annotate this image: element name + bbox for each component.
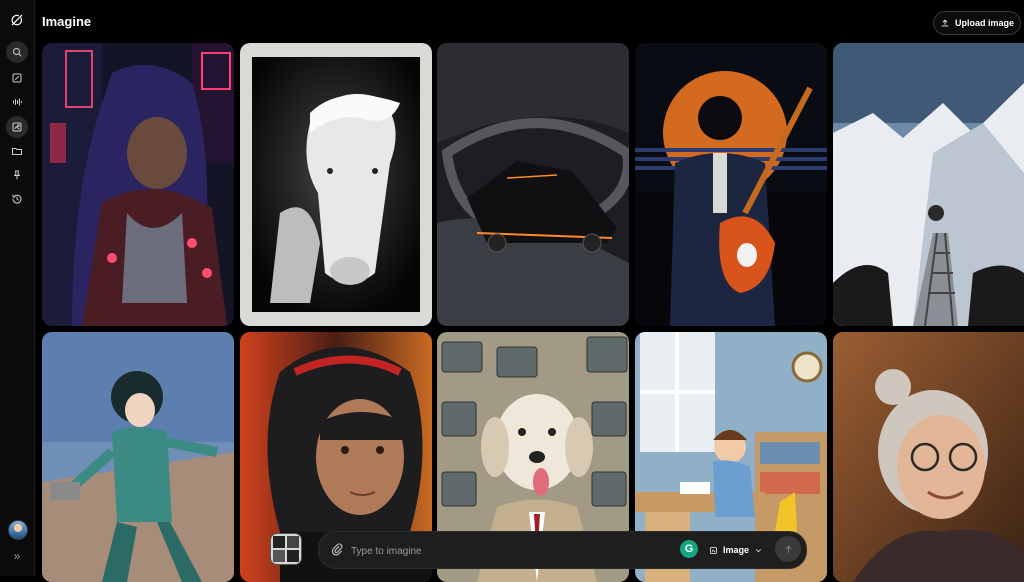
- upload-image-button[interactable]: Upload image: [933, 11, 1021, 35]
- gallery-image-snow-mountain[interactable]: [833, 43, 1024, 326]
- gallery-image-anime-green-suit[interactable]: [42, 332, 234, 582]
- upload-icon: [941, 19, 949, 27]
- mode-label: Image: [723, 545, 750, 555]
- upload-image-label: Upload image: [954, 18, 1014, 28]
- edit-icon[interactable]: [6, 67, 28, 89]
- expand-sidebar-icon[interactable]: »: [6, 546, 28, 566]
- prompt-composer: G Image: [318, 531, 807, 569]
- grammarly-icon[interactable]: G: [680, 540, 698, 558]
- gallery-image-sports-car[interactable]: [437, 43, 629, 326]
- reference-image-thumbnail[interactable]: [270, 533, 302, 565]
- history-icon[interactable]: [6, 188, 28, 210]
- arrow-up-icon: [784, 545, 792, 553]
- gallery-image-guitarist[interactable]: [635, 43, 827, 326]
- page-title: Imagine: [42, 14, 92, 29]
- search-icon[interactable]: [6, 41, 28, 63]
- gallery-image-elderly-woman[interactable]: [833, 332, 1024, 582]
- logo-icon[interactable]: [6, 9, 28, 31]
- attach-icon[interactable]: [330, 542, 344, 556]
- avatar[interactable]: [8, 520, 28, 540]
- gallery-image-anime-cyberpunk[interactable]: [42, 43, 234, 326]
- image-mode-icon: [710, 546, 717, 554]
- voice-icon[interactable]: [6, 91, 28, 113]
- imagine-icon[interactable]: [6, 116, 28, 138]
- folder-icon[interactable]: [6, 140, 28, 162]
- send-button[interactable]: [775, 536, 801, 562]
- prompt-input[interactable]: [349, 540, 653, 562]
- chevron-down-icon: [756, 548, 762, 552]
- pin-icon[interactable]: [6, 164, 28, 186]
- mode-selector[interactable]: Image: [709, 542, 763, 558]
- sidebar: »: [0, 0, 35, 576]
- gallery-image-horse[interactable]: [240, 43, 432, 326]
